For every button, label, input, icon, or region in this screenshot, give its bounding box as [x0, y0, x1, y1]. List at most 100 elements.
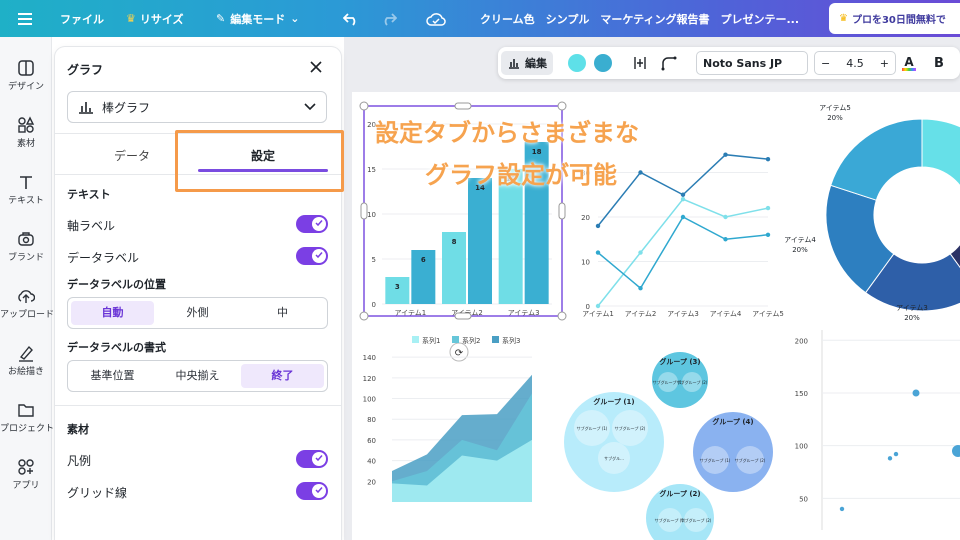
document-title[interactable]: クリーム色 シンプル マーケティング報告書 プレゼンテー...	[480, 0, 799, 37]
group-label: グループ (2)	[659, 489, 700, 498]
crown-icon: ♛	[839, 13, 848, 24]
axis-label-toggle[interactable]	[296, 215, 328, 233]
rail-item-design[interactable]: デザイン	[0, 59, 52, 92]
group-label: グループ (3)	[659, 357, 700, 366]
bold-button[interactable]: B	[934, 51, 944, 75]
line-x-tick-label: アイテム3	[667, 310, 699, 318]
area-legend-swatch	[492, 336, 499, 343]
line-point	[680, 197, 686, 202]
edit-mode-button[interactable]: ✎ 編集モード ⌄	[216, 0, 299, 37]
position-option-outside[interactable]: 外側	[156, 301, 239, 325]
font-family-select[interactable]: Noto Sans JP	[696, 51, 808, 75]
line-x-tick-label: アイテム4	[710, 310, 742, 318]
area-legend-label: 系列2	[462, 336, 480, 345]
color-swatch-2[interactable]	[594, 54, 612, 72]
corner-style-icon[interactable]	[660, 51, 678, 75]
position-option-auto[interactable]: 自動	[71, 301, 154, 325]
grid-lines-toggle[interactable]	[296, 482, 328, 500]
line-point	[638, 286, 643, 291]
format-option-end[interactable]: 終了	[241, 364, 324, 388]
line-y-tick-label: 20	[581, 214, 590, 222]
selection-handle	[558, 202, 566, 220]
rail-item-upload[interactable]: アップロード	[0, 287, 54, 320]
line-point	[595, 223, 601, 229]
cloud-saved-icon[interactable]	[426, 0, 446, 37]
area-legend-label: 系列1	[422, 336, 440, 345]
pie-label: アイテム3	[896, 304, 928, 312]
font-size-stepper[interactable]: − 4.5 +	[814, 51, 896, 75]
area-legend-swatch	[412, 336, 419, 343]
subgroup-label: サブグループ (1)	[577, 425, 608, 431]
data-label-toggle[interactable]	[296, 247, 328, 265]
format-option-center[interactable]: 中央揃え	[156, 364, 239, 388]
pie-label: アイテム5	[819, 104, 851, 112]
bar-y-tick-label: 0	[372, 301, 376, 309]
data-label-label: データラベル	[67, 251, 140, 265]
position-option-center[interactable]: 中	[241, 301, 324, 325]
file-menu[interactable]: ファイル	[60, 0, 104, 37]
line-y-tick-label: 10	[581, 259, 590, 267]
pencil-icon: ✎	[216, 12, 226, 25]
chart-edit-icon	[509, 59, 519, 69]
resize-button[interactable]: ♛ リサイズ	[126, 0, 184, 37]
decrease-font-size-button[interactable]: −	[821, 57, 830, 70]
line-point	[638, 170, 643, 175]
redo-icon[interactable]	[381, 0, 397, 37]
chart-edit-button[interactable]: 編集	[501, 51, 553, 75]
subgroup-label: サブグル...	[604, 455, 624, 461]
app-window: ファイル ♛ リサイズ ✎ 編集モード ⌄ クリーム色 シンプル マーケティング…	[0, 0, 960, 540]
spacing-icon[interactable]	[632, 51, 648, 75]
increase-font-size-button[interactable]: +	[880, 57, 889, 70]
menu-icon[interactable]	[12, 0, 38, 37]
text-section-heading: テキスト	[67, 188, 111, 201]
draw-icon	[19, 345, 33, 362]
selection-handle	[454, 102, 472, 110]
subgroup-label: サブグループ (2)	[677, 379, 708, 385]
pro-trial-button[interactable]: ♛ プロを30日間無料で	[829, 3, 960, 34]
rail-item-text[interactable]: テキスト	[0, 173, 52, 206]
color-swatch-1[interactable]	[568, 54, 586, 72]
bar-y-tick-label: 15	[367, 166, 376, 174]
line-point	[638, 250, 643, 255]
bar-data-label: 8	[452, 238, 457, 246]
legend-toggle[interactable]	[296, 450, 328, 468]
scatter-y-tick-label: 100	[795, 443, 808, 451]
overlay-caption-line1: 設定タブからさまざまな	[375, 119, 639, 147]
subgroup-label: サブグループ (2)	[615, 425, 646, 431]
rail-item-brand[interactable]: ブランド	[0, 230, 52, 263]
area-y-tick-label: 100	[363, 396, 376, 404]
line-point	[765, 156, 771, 162]
brand-icon	[18, 232, 34, 246]
bar-y-tick-label: 10	[367, 211, 376, 219]
check-icon	[315, 455, 323, 462]
pie-label: アイテム4	[784, 236, 816, 244]
rail-item-draw[interactable]: お絵描き	[0, 344, 52, 377]
rail-item-apps[interactable]: アプリ	[0, 458, 52, 491]
area-y-tick-label: 20	[367, 478, 376, 486]
text-color-icon: A	[904, 54, 914, 69]
rail-item-elements[interactable]: 素材	[0, 116, 52, 149]
data-label-format-segment: 基準位置 中央揃え 終了	[67, 360, 328, 392]
line-point	[723, 214, 728, 220]
rail-label: プロジェクト	[0, 424, 55, 434]
font-size-value[interactable]: 4.5	[846, 57, 864, 70]
design-icon	[18, 60, 34, 76]
line-point	[765, 205, 771, 211]
bar-chart-icon	[79, 102, 93, 114]
close-icon[interactable]	[309, 59, 323, 78]
context-toolbar: 編集 Noto Sans JP − 4.5 + A B	[498, 47, 960, 79]
rainbow-bar-icon	[902, 67, 916, 71]
grid-lines-label: グリッド線	[67, 486, 128, 500]
text-color-button[interactable]: A	[902, 51, 916, 75]
pie-percent: 20%	[792, 246, 808, 254]
area-y-tick-label: 80	[367, 416, 376, 424]
resize-label: リサイズ	[139, 12, 184, 26]
top-bar: ファイル ♛ リサイズ ✎ 編集モード ⌄ クリーム色 シンプル マーケティング…	[0, 0, 960, 37]
rail-item-projects[interactable]: プロジェクト	[0, 401, 55, 434]
check-icon	[315, 220, 323, 227]
selection-handle	[360, 202, 368, 220]
undo-icon[interactable]	[343, 0, 359, 37]
format-option-base[interactable]: 基準位置	[71, 364, 154, 388]
chart-type-select[interactable]: 棒グラフ	[67, 91, 327, 123]
line-x-tick-label: アイテム2	[625, 310, 657, 318]
